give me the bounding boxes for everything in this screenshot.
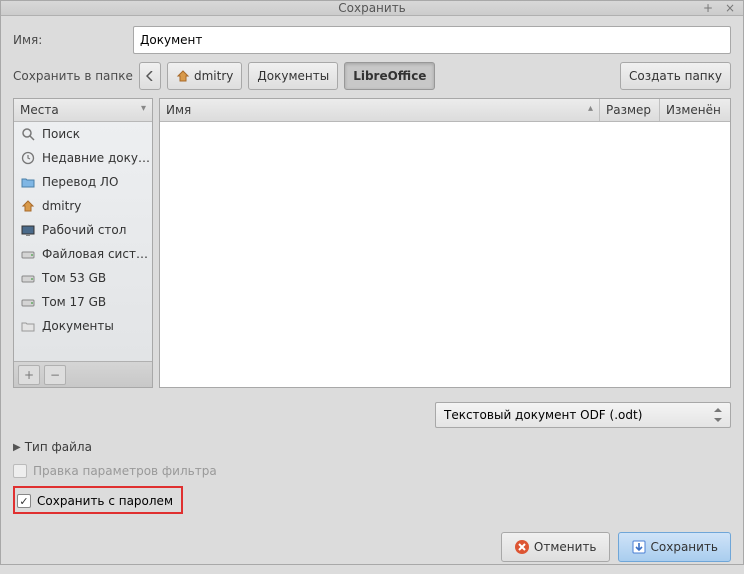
file-list: Имя Размер Изменён bbox=[159, 98, 731, 388]
highlight-annotation: ✓ Сохранить с паролем bbox=[13, 486, 183, 514]
save-with-password-label: Сохранить с паролем bbox=[37, 494, 173, 508]
home-icon bbox=[20, 198, 36, 214]
drive-icon bbox=[20, 246, 36, 262]
filter-settings-checkbox-row: Правка параметров фильтра bbox=[13, 464, 731, 478]
breadcrumb-libreoffice[interactable]: LibreOffice bbox=[344, 62, 435, 90]
column-name[interactable]: Имя bbox=[160, 99, 600, 121]
cancel-button[interactable]: Отменить bbox=[501, 532, 610, 562]
folder-docs-icon bbox=[20, 318, 36, 334]
places-toolbar: + − bbox=[14, 361, 152, 387]
triangle-right-icon: ▶ bbox=[13, 442, 21, 453]
filetype-select[interactable]: Текстовый документ ODF (.odt) bbox=[435, 402, 731, 428]
create-folder-button[interactable]: Создать папку bbox=[620, 62, 731, 90]
save-down-icon bbox=[631, 539, 647, 555]
remove-bookmark-button[interactable]: − bbox=[44, 365, 66, 385]
place-home[interactable]: dmitry bbox=[14, 194, 152, 218]
file-list-body[interactable] bbox=[160, 122, 730, 387]
minimize-icon[interactable]: + bbox=[701, 1, 715, 15]
places-header[interactable]: Места bbox=[14, 99, 152, 122]
save-with-password-checkbox[interactable]: ✓ bbox=[17, 494, 31, 508]
filetype-expander[interactable]: ▶ Тип файла bbox=[13, 440, 731, 454]
desktop-icon bbox=[20, 222, 36, 238]
window-title: Сохранить bbox=[1, 1, 743, 15]
folder-icon bbox=[20, 174, 36, 190]
save-dialog: Сохранить + × Имя: Сохранить в папке dmi… bbox=[0, 0, 744, 565]
places-panel: Места Поиск Недавние доку… Перевод ЛО bbox=[13, 98, 153, 388]
column-size[interactable]: Размер bbox=[600, 99, 660, 121]
home-icon bbox=[176, 69, 190, 83]
place-documents[interactable]: Документы bbox=[14, 314, 152, 338]
places-list[interactable]: Поиск Недавние доку… Перевод ЛО dmitry bbox=[14, 122, 152, 361]
drive-icon bbox=[20, 270, 36, 286]
chevron-left-icon bbox=[146, 71, 154, 81]
place-volume-53[interactable]: Том 53 GB bbox=[14, 266, 152, 290]
place-search[interactable]: Поиск bbox=[14, 122, 152, 146]
breadcrumb-documents[interactable]: Документы bbox=[248, 62, 338, 90]
place-folder-translation[interactable]: Перевод ЛО bbox=[14, 170, 152, 194]
save-button[interactable]: Сохранить bbox=[618, 532, 732, 562]
column-modified[interactable]: Изменён bbox=[660, 99, 730, 121]
place-desktop[interactable]: Рабочий стол bbox=[14, 218, 152, 242]
breadcrumb-home[interactable]: dmitry bbox=[167, 62, 242, 90]
filter-settings-checkbox bbox=[13, 464, 27, 478]
cancel-icon bbox=[514, 539, 530, 555]
add-bookmark-button[interactable]: + bbox=[18, 365, 40, 385]
titlebar: Сохранить + × bbox=[1, 1, 743, 16]
filter-settings-label: Правка параметров фильтра bbox=[33, 464, 217, 478]
filename-input[interactable] bbox=[133, 26, 731, 54]
place-filesystem[interactable]: Файловая сист… bbox=[14, 242, 152, 266]
name-label: Имя: bbox=[13, 33, 133, 47]
save-in-folder-label: Сохранить в папке bbox=[13, 69, 133, 83]
save-with-password-checkbox-row[interactable]: ✓ Сохранить с паролем bbox=[17, 494, 173, 508]
search-icon bbox=[20, 126, 36, 142]
path-back-button[interactable] bbox=[139, 62, 161, 90]
clock-icon bbox=[20, 150, 36, 166]
close-icon[interactable]: × bbox=[723, 1, 737, 15]
place-recent[interactable]: Недавние доку… bbox=[14, 146, 152, 170]
drive-icon bbox=[20, 294, 36, 310]
place-volume-17[interactable]: Том 17 GB bbox=[14, 290, 152, 314]
